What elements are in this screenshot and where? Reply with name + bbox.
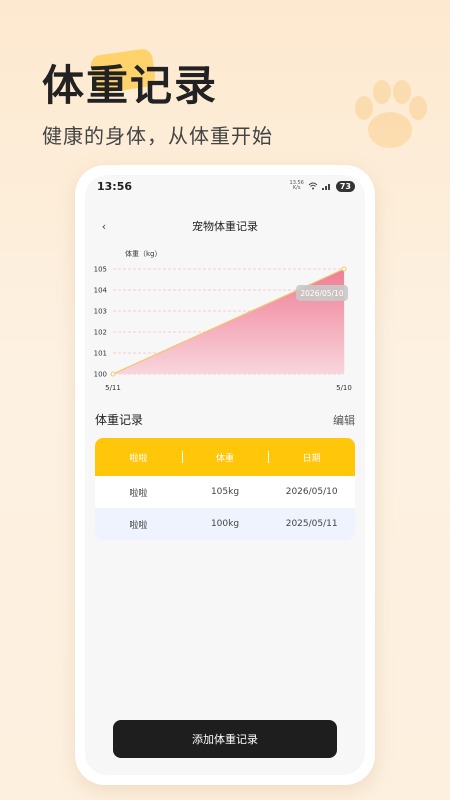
y-tick-label: 104 xyxy=(94,287,108,295)
speed-unit: K/s xyxy=(292,185,301,191)
chart-tooltip: 2026/05/10 xyxy=(296,285,348,301)
wifi-icon xyxy=(308,182,318,190)
x-tick-label: 5/11 xyxy=(105,384,121,392)
y-tick-label: 105 xyxy=(94,266,107,274)
column-header-date: 日期 xyxy=(268,450,355,464)
table-row[interactable]: 啦啦 105kg 2026/05/10 xyxy=(95,476,355,508)
column-header-name[interactable]: 啦啦 xyxy=(95,451,182,464)
edit-button[interactable]: 编辑 xyxy=(333,412,355,428)
phone-mockup: 13:56 13.56 K/s 73 ‹ 宠物体重记录 体重（kg） 100 1… xyxy=(75,165,375,785)
status-icons: 13.56 K/s 73 xyxy=(290,180,355,192)
app-screen: 13:56 13.56 K/s 73 ‹ 宠物体重记录 体重（kg） 100 1… xyxy=(85,175,365,775)
tooltip-text: 2026/05/10 xyxy=(300,289,343,298)
cell-date: 2026/05/10 xyxy=(285,487,338,497)
y-tick-label: 103 xyxy=(94,308,107,316)
records-table: 啦啦 体重 日期 啦啦 105kg 2026/05/10 啦啦 100kg 20… xyxy=(95,438,355,540)
y-tick-label: 102 xyxy=(94,329,107,337)
nav-bar: ‹ 宠物体重记录 xyxy=(85,211,365,241)
status-time: 13:56 xyxy=(97,179,133,193)
records-title: 体重记录 xyxy=(95,413,144,427)
cell-date: 2025/05/11 xyxy=(285,519,338,529)
cell-name: 啦啦 xyxy=(129,488,148,499)
y-axis-label: 体重（kg） xyxy=(125,249,162,258)
battery-badge: 73 xyxy=(335,180,355,192)
add-weight-record-button[interactable]: 添加体重记录 xyxy=(113,720,337,758)
hero-subtitle: 健康的身体，从体重开始 xyxy=(42,124,273,148)
data-point xyxy=(110,371,116,377)
status-bar: 13:56 13.56 K/s 73 xyxy=(85,175,365,197)
weight-chart-svg: 体重（kg） 100 101 102 103 104 105 5/11 5/10 2026/… xyxy=(94,249,352,392)
table-row[interactable]: 啦啦 100kg 2025/05/11 xyxy=(95,508,355,540)
column-header-weight: 体重 xyxy=(181,450,269,464)
x-tick-label: 5/10 xyxy=(336,384,352,392)
network-speed: 13.56 K/s xyxy=(290,181,304,191)
cell-weight: 100kg xyxy=(210,519,240,529)
back-button[interactable]: ‹ xyxy=(95,217,113,235)
data-point xyxy=(341,266,347,272)
weight-chart: 体重（kg） 100 101 102 103 104 105 5/11 5/10 2026/… xyxy=(85,245,365,405)
paw-icon xyxy=(355,80,427,148)
records-header: 体重记录 编辑 xyxy=(95,411,355,428)
cell-weight: 105kg xyxy=(210,487,240,497)
y-tick-label: 101 xyxy=(94,350,107,358)
signal-icon xyxy=(321,184,330,190)
y-tick-label: 100 xyxy=(94,371,107,379)
table-header: 啦啦 体重 日期 xyxy=(95,438,355,476)
cell-name: 啦啦 xyxy=(129,520,148,531)
page-title: 宠物体重记录 xyxy=(192,220,258,233)
hero-title: 体重记录 xyxy=(42,61,219,110)
